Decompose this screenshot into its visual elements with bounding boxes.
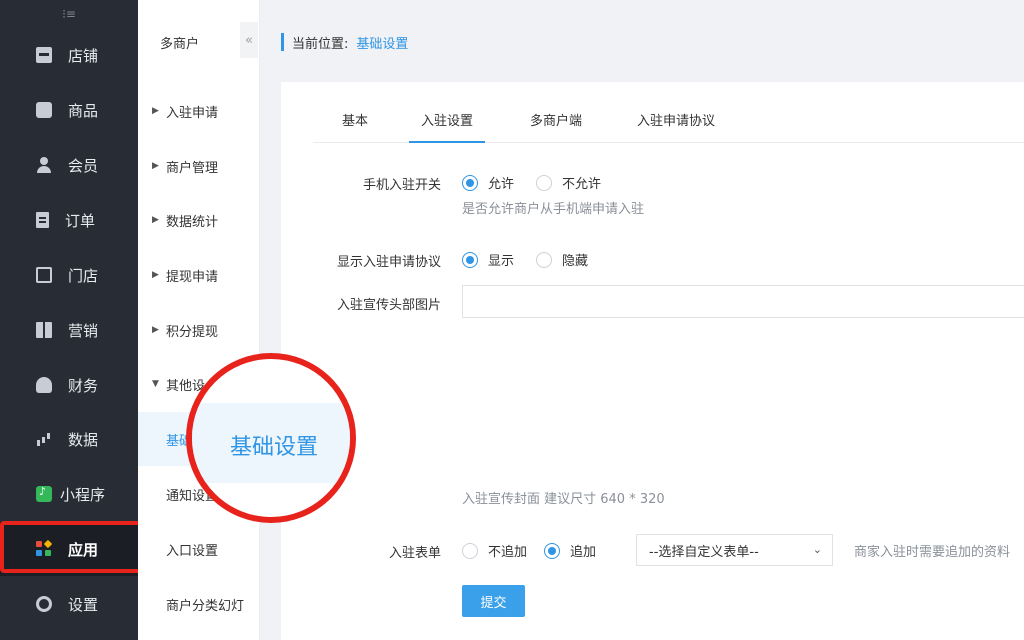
submenu-item-label: 提现申请 bbox=[166, 269, 219, 285]
breadcrumb-marker bbox=[281, 33, 284, 51]
sidebar-item-marketing[interactable]: 营销 bbox=[0, 303, 138, 357]
header-image-input[interactable] bbox=[462, 285, 1024, 318]
sidebar-item-label: 小程序 bbox=[60, 485, 106, 504]
tab-basic[interactable]: 基本 bbox=[342, 106, 368, 143]
sidebar-item-goods[interactable]: 商品 bbox=[0, 83, 138, 137]
header-image-label: 入驻宣传头部图片 bbox=[336, 298, 441, 313]
caret-right-icon: ▶ bbox=[152, 215, 159, 225]
gear-icon bbox=[36, 596, 52, 612]
submenu-item-label: 商户管理 bbox=[166, 160, 219, 176]
sidebar-collapse-icon[interactable]: ⁝≡ bbox=[0, 0, 138, 28]
radio-no-append[interactable]: 不追加 bbox=[462, 541, 527, 560]
store-icon bbox=[36, 267, 52, 283]
submit-button[interactable]: 提交 bbox=[462, 585, 525, 617]
zoom-callout: 基础设置 bbox=[186, 353, 356, 523]
mobile-switch-hint: 是否允许商户从手机端申请入驻 bbox=[462, 202, 645, 217]
sidebar-item-label: 数据 bbox=[68, 430, 99, 449]
submenu-item-merchant-manage[interactable]: ▶ 商户管理 bbox=[138, 139, 259, 193]
tab-multi-merchant[interactable]: 多商户端 bbox=[530, 106, 582, 143]
shop-icon bbox=[36, 47, 52, 63]
chevron-down-icon: ⌄ bbox=[812, 543, 822, 556]
submenu-item-statistics[interactable]: ▶ 数据统计 bbox=[138, 193, 259, 247]
gift-icon bbox=[36, 322, 52, 338]
sidebar-item-label: 会员 bbox=[68, 156, 99, 175]
sidebar-item-shop[interactable]: 店铺 bbox=[0, 28, 138, 82]
radio-dot bbox=[536, 251, 552, 268]
sidebar-item-label: 设置 bbox=[68, 595, 99, 614]
submenu-item-label: 商户分类幻灯 bbox=[166, 598, 245, 614]
sidebar-item-settings[interactable]: 设置 bbox=[0, 577, 138, 631]
radio-show[interactable]: 显示 bbox=[462, 250, 514, 269]
image-preview-area[interactable] bbox=[462, 322, 627, 472]
radio-dot bbox=[462, 174, 478, 191]
submenu-item-points-withdraw[interactable]: ▶ 积分提现 bbox=[138, 303, 259, 357]
radio-label: 隐藏 bbox=[562, 254, 589, 269]
breadcrumb-current[interactable]: 基础设置 bbox=[356, 33, 408, 52]
radio-dot bbox=[536, 174, 552, 191]
tab-entry-settings[interactable]: 入驻设置 bbox=[409, 106, 486, 143]
submenu-item-category-slides[interactable]: 商户分类幻灯 bbox=[138, 577, 259, 631]
radio-label: 显示 bbox=[488, 254, 515, 269]
submenu-item-entry-settings[interactable]: 入口设置 bbox=[138, 522, 259, 576]
money-bag-icon bbox=[36, 377, 52, 393]
caret-right-icon: ▶ bbox=[152, 161, 159, 171]
submenu-collapse-button[interactable]: « bbox=[240, 22, 258, 58]
custom-form-select[interactable]: --选择自定义表单-- ⌄ bbox=[636, 534, 833, 566]
caret-right-icon: ▶ bbox=[152, 270, 159, 280]
radio-label: 不追加 bbox=[488, 545, 528, 560]
header-image-hint: 入驻宣传封面 建议尺寸 640 * 320 bbox=[462, 492, 665, 507]
mobile-switch-label: 手机入驻开关 bbox=[362, 178, 441, 193]
signup-form-hint: 商家入驻时需要追加的资料 bbox=[854, 545, 1011, 560]
submenu-title: 多商户 bbox=[160, 37, 200, 52]
submenu-item-label: 入驻申请 bbox=[166, 105, 219, 121]
radio-dot bbox=[544, 542, 560, 559]
breadcrumb-prefix: 当前位置: bbox=[292, 36, 349, 52]
bag-icon bbox=[36, 102, 52, 118]
sidebar-item-member[interactable]: 会员 bbox=[0, 138, 138, 192]
sidebar-item-mini-program[interactable]: 小程序 bbox=[0, 467, 138, 521]
mini-program-icon bbox=[36, 485, 52, 502]
radio-label: 不允许 bbox=[562, 177, 602, 192]
sidebar-item-label: 商品 bbox=[68, 101, 99, 120]
caret-down-icon: ▼ bbox=[152, 379, 159, 389]
breadcrumb: 当前位置: 基础设置 bbox=[281, 32, 408, 52]
submenu-item-withdraw[interactable]: ▶ 提现申请 bbox=[138, 248, 259, 302]
tab-agreement[interactable]: 入驻申请协议 bbox=[637, 106, 715, 143]
caret-right-icon: ▶ bbox=[152, 325, 159, 335]
sidebar-item-label: 财务 bbox=[68, 376, 99, 395]
submenu-panel: 多商户 ▶ 入驻申请 ▶ 商户管理 ▶ 数据统计 ▶ 提现申请 ▶ 积分提现 ▼… bbox=[138, 0, 260, 640]
order-icon bbox=[36, 212, 49, 228]
radio-dot bbox=[462, 542, 478, 559]
submenu-item-label: 数据统计 bbox=[166, 214, 219, 230]
tab-bar: 基本 入驻设置 多商户端 入驻申请协议 bbox=[313, 106, 1024, 143]
sidebar-item-order[interactable]: 订单 bbox=[0, 193, 138, 247]
sidebar-item-finance[interactable]: 财务 bbox=[0, 358, 138, 412]
user-icon bbox=[36, 157, 52, 173]
sidebar-item-label: 订单 bbox=[65, 211, 96, 230]
settings-panel: 基本 入驻设置 多商户端 入驻申请协议 手机入驻开关 允许 不允许 是否允许商户… bbox=[281, 82, 1024, 640]
callout-text: 基础设置 bbox=[230, 435, 319, 460]
radio-hide[interactable]: 隐藏 bbox=[536, 250, 588, 269]
sidebar-item-store[interactable]: 门店 bbox=[0, 248, 138, 302]
apps-highlight-frame bbox=[0, 521, 143, 573]
caret-right-icon: ▶ bbox=[152, 106, 159, 116]
submenu-item-label: 积分提现 bbox=[166, 324, 219, 340]
sidebar-item-label: 门店 bbox=[68, 266, 99, 285]
radio-label: 允许 bbox=[488, 177, 515, 192]
radio-dot bbox=[462, 251, 478, 268]
submenu-item-apply[interactable]: ▶ 入驻申请 bbox=[138, 84, 259, 138]
bar-chart-icon bbox=[36, 431, 52, 447]
radio-allow[interactable]: 允许 bbox=[462, 173, 514, 192]
sidebar-item-label: 店铺 bbox=[68, 46, 99, 65]
sidebar-item-label: 营销 bbox=[68, 321, 99, 340]
radio-label: 追加 bbox=[570, 545, 597, 560]
radio-disallow[interactable]: 不允许 bbox=[536, 173, 601, 192]
radio-append[interactable]: 追加 bbox=[544, 541, 596, 560]
select-value: --选择自定义表单-- bbox=[649, 544, 759, 560]
show-agreement-label: 显示入驻申请协议 bbox=[336, 255, 441, 270]
sidebar-item-data[interactable]: 数据 bbox=[0, 412, 138, 466]
signup-form-label: 入驻表单 bbox=[388, 546, 441, 561]
submenu-item-label: 入口设置 bbox=[166, 543, 219, 559]
